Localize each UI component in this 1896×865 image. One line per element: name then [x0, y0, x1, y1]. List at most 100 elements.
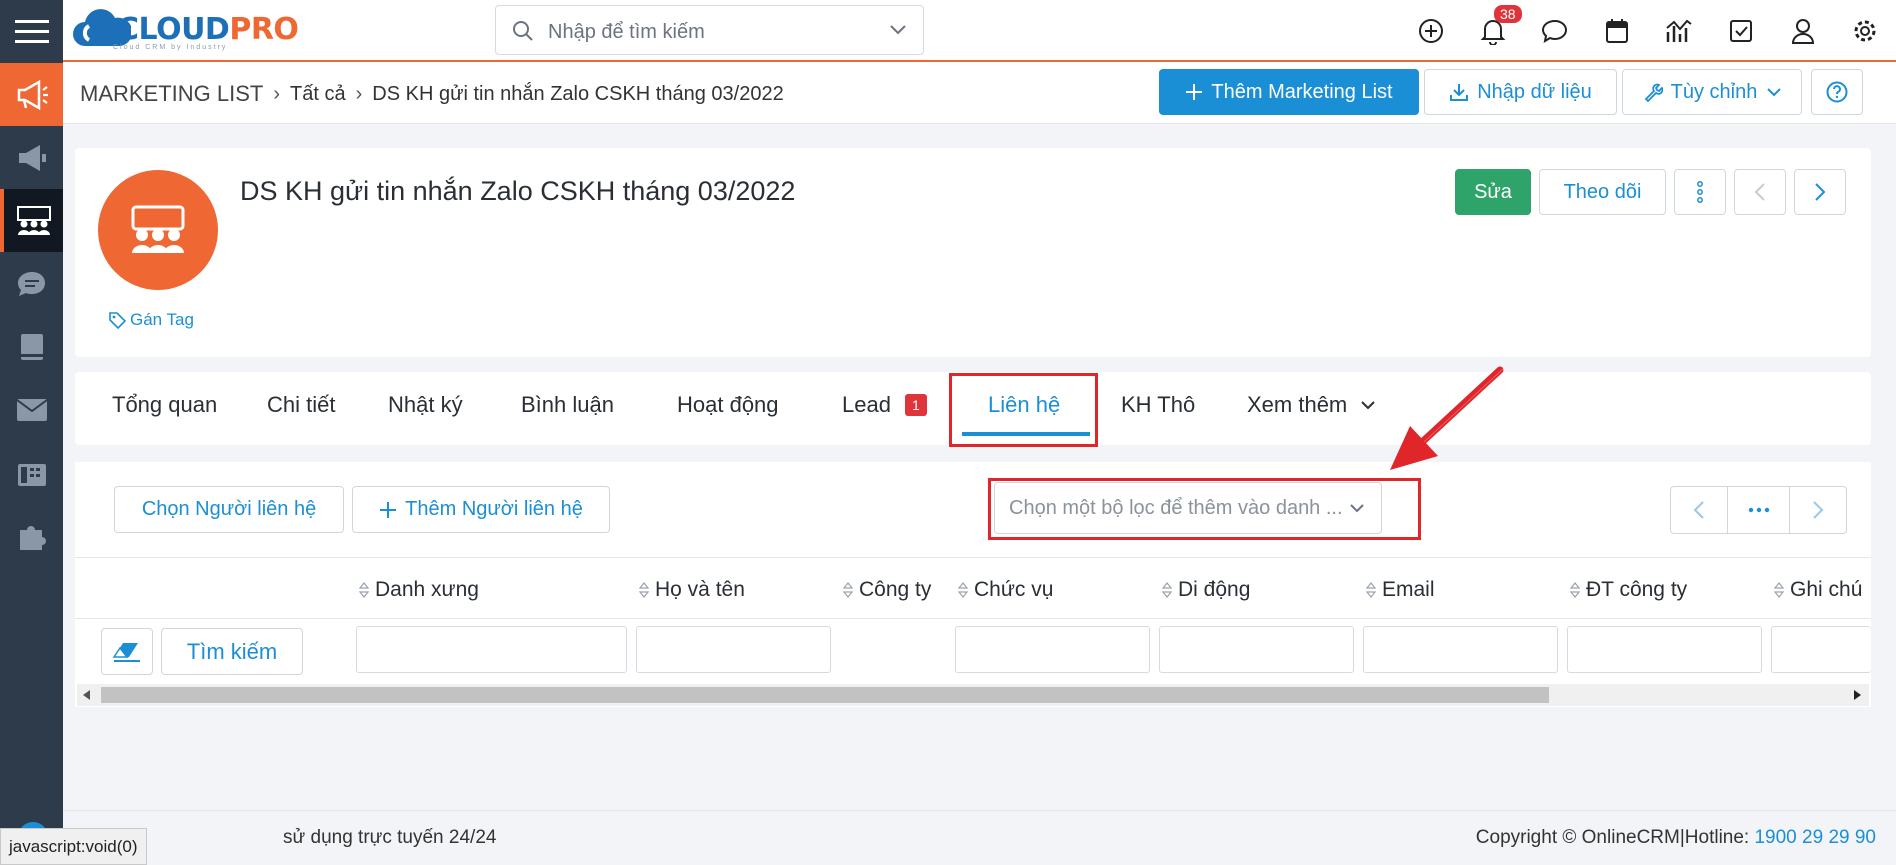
calendar-icon[interactable]: [1586, 0, 1648, 62]
search-icon: [513, 21, 533, 41]
cloudpro-logo[interactable]: CLOUDPRO Cloud CRM by Industry: [71, 4, 299, 54]
previous-record-button[interactable]: [1734, 169, 1786, 215]
column-header-note[interactable]: Ghi chú: [1774, 578, 1862, 602]
breadcrumb-module[interactable]: MARKETING LIST: [80, 81, 263, 107]
lead-count-badge: 1: [904, 394, 927, 416]
column-header-office-phone[interactable]: ĐT công ty: [1570, 578, 1687, 602]
tab-comments[interactable]: Bình luận: [521, 392, 614, 418]
top-navigation: CLOUDPRO Cloud CRM by Industry Nhập để t…: [63, 0, 1896, 62]
tab-log[interactable]: Nhật ký: [388, 392, 463, 418]
horizontal-scrollbar[interactable]: [77, 684, 1869, 706]
add-circle-icon[interactable]: [1400, 0, 1462, 62]
plus-icon: [380, 501, 397, 518]
add-marketing-list-button[interactable]: Thêm Marketing List: [1159, 69, 1419, 115]
breadcrumb-all[interactable]: Tất cả: [290, 83, 346, 106]
sort-icon: [359, 582, 369, 598]
sort-icon: [639, 582, 649, 598]
table-search-label: Tìm kiếm: [186, 638, 278, 664]
horizontal-dots-icon: [1748, 507, 1769, 513]
sort-icon: [1162, 582, 1172, 598]
chevron-right-icon: ›: [273, 82, 281, 105]
clear-filter-button[interactable]: [101, 628, 153, 675]
chevron-down-icon: [1361, 401, 1375, 410]
import-data-button[interactable]: Nhập dữ liệu: [1424, 69, 1617, 115]
tab-raw-customers[interactable]: KH Thô: [1121, 392, 1195, 418]
scroll-right-icon[interactable]: [1853, 690, 1861, 700]
sort-icon: [1366, 582, 1376, 598]
filter-email-input[interactable]: [1363, 626, 1558, 673]
filter-salutation-input[interactable]: [356, 626, 627, 673]
tab-overview[interactable]: Tổng quan: [112, 392, 217, 418]
next-record-button[interactable]: [1794, 169, 1846, 215]
annotation-arrow-icon: [1390, 366, 1505, 470]
highlight-box-filter: [988, 478, 1421, 540]
tab-activities[interactable]: Hoạt động: [677, 392, 779, 418]
chevron-right-icon: [1815, 183, 1826, 201]
logo-text: CLOUDPRO: [117, 11, 299, 47]
search-input[interactable]: Nhập để tìm kiếm: [548, 21, 705, 44]
sort-icon: [1570, 582, 1580, 598]
settings-gear-icon[interactable]: [1834, 0, 1896, 62]
hotline-link[interactable]: 1900 29 29 90: [1754, 827, 1876, 848]
column-header-email[interactable]: Email: [1366, 578, 1435, 602]
chevron-right-icon: ›: [355, 82, 363, 105]
status-bar-url: javascript:void(0): [0, 828, 147, 865]
add-contact-button[interactable]: Thêm Người liên hệ: [352, 486, 610, 533]
assign-tag-link[interactable]: Gán Tag: [108, 310, 194, 330]
follow-button[interactable]: Theo dõi: [1539, 169, 1666, 215]
eraser-icon: [112, 642, 140, 662]
breadcrumb-bar: MARKETING LIST › Tất cả › DS KH gửi tin …: [63, 62, 1896, 124]
filter-note-input[interactable]: [1771, 626, 1871, 673]
page-next-button[interactable]: [1789, 486, 1847, 534]
column-header-position[interactable]: Chức vụ: [958, 578, 1053, 602]
chevron-left-icon: [1693, 501, 1704, 519]
sort-icon: [1774, 582, 1784, 598]
scroll-left-icon[interactable]: [83, 690, 91, 700]
menu-icon[interactable]: [0, 0, 63, 63]
column-header-fullname[interactable]: Họ và tên: [639, 578, 745, 602]
tab-details[interactable]: Chi tiết: [267, 392, 335, 418]
copyright-text: Copyright © OnlineCRM|Hotline: 1900 29 2…: [1476, 827, 1876, 849]
chat-bubble-icon[interactable]: [1524, 0, 1586, 62]
task-check-icon[interactable]: [1710, 0, 1772, 62]
scrollbar-thumb[interactable]: [101, 687, 1549, 703]
campaign-icon[interactable]: [0, 126, 63, 189]
customize-button[interactable]: Tùy chỉnh: [1622, 69, 1802, 115]
column-header-mobile[interactable]: Di động: [1162, 578, 1250, 602]
puzzle-icon[interactable]: [0, 504, 63, 567]
global-search[interactable]: Nhập để tìm kiếm: [495, 5, 924, 55]
user-icon[interactable]: [1772, 0, 1834, 62]
select-contact-button[interactable]: Chọn Người liên hệ: [114, 486, 344, 533]
group-icon[interactable]: [0, 189, 63, 252]
tab-more[interactable]: Xem thêm: [1247, 392, 1375, 418]
megaphone-icon[interactable]: [0, 63, 63, 126]
chart-icon[interactable]: [1648, 0, 1710, 62]
add-contact-label: Thêm Người liên hệ: [405, 498, 583, 520]
record-header-card: DS KH gửi tin nhắn Zalo CSKH tháng 03/20…: [75, 148, 1871, 357]
filter-fullname-input[interactable]: [636, 626, 831, 673]
bell-icon[interactable]: 38: [1462, 0, 1524, 62]
fax-icon[interactable]: [0, 441, 63, 504]
book-icon[interactable]: [0, 315, 63, 378]
logo-subtitle: Cloud CRM by Industry: [113, 44, 228, 51]
filter-mobile-input[interactable]: [1159, 626, 1354, 673]
chevron-right-icon: [1813, 501, 1824, 519]
column-header-company[interactable]: Công ty: [843, 578, 931, 602]
chevron-down-icon: [1767, 88, 1782, 97]
chevron-down-icon: [890, 25, 906, 35]
filter-office-phone-input[interactable]: [1567, 626, 1762, 673]
wrench-icon: [1644, 83, 1663, 102]
edit-button[interactable]: Sửa: [1455, 169, 1531, 215]
table-search-button[interactable]: Tìm kiếm: [161, 628, 303, 675]
chat-icon[interactable]: [0, 252, 63, 315]
more-actions-button[interactable]: [1674, 169, 1726, 215]
page-previous-button[interactable]: [1670, 486, 1728, 534]
mail-icon[interactable]: [0, 378, 63, 441]
page-more-button[interactable]: [1727, 486, 1790, 534]
filter-position-input[interactable]: [955, 626, 1150, 673]
breadcrumb-current: DS KH gửi tin nhắn Zalo CSKH tháng 03/20…: [372, 82, 784, 105]
assign-tag-label: Gán Tag: [130, 310, 194, 329]
help-button[interactable]: [1811, 69, 1863, 115]
tab-lead[interactable]: Lead 1: [842, 392, 927, 418]
column-header-salutation[interactable]: Danh xưng: [359, 578, 479, 602]
